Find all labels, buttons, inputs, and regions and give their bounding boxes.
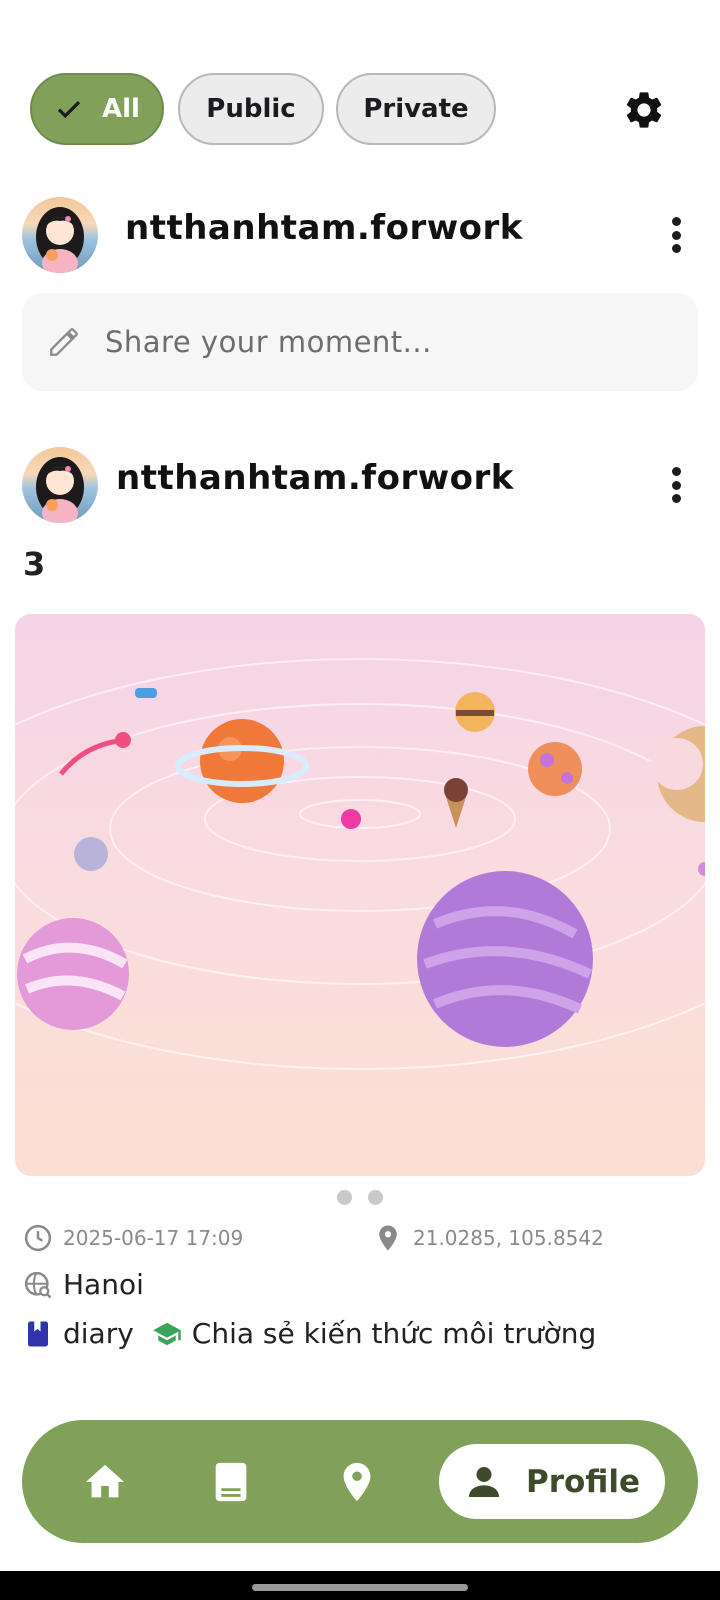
pencil-icon — [50, 328, 78, 356]
post-location: Hanoi — [63, 1268, 144, 1301]
avatar-illustration — [36, 207, 84, 273]
composer-username: ntthanhtam.forwork — [125, 208, 523, 248]
post-datetime-row: 2025-06-17 17:09 — [23, 1223, 243, 1253]
post-text: 3 — [23, 545, 46, 583]
post-username: ntthanhtam.forwork — [116, 458, 514, 498]
post-topic: Chia sẻ kiến thức môi trường — [191, 1317, 597, 1350]
image-page-indicator — [337, 1190, 383, 1205]
filter-all-chip[interactable]: All — [30, 73, 164, 145]
location-pin-icon[interactable] — [334, 1459, 380, 1505]
bookmark-book-icon — [28, 1321, 48, 1346]
nav-profile-label: Profile — [526, 1463, 640, 1500]
book-icon[interactable] — [208, 1459, 254, 1505]
filter-private-chip[interactable]: Private — [336, 73, 496, 145]
post-coordinates: 21.0285, 105.8542 — [413, 1226, 604, 1250]
globe-search-icon — [24, 1271, 52, 1298]
filter-public-chip[interactable]: Public — [178, 73, 324, 145]
page-dot-1 — [337, 1190, 352, 1205]
share-moment-input[interactable]: Share your moment... — [22, 293, 698, 391]
home-gesture-handle[interactable] — [252, 1584, 468, 1591]
gear-icon[interactable] — [622, 88, 666, 132]
location-pin-icon — [379, 1225, 397, 1251]
post-datetime: 2025-06-17 17:09 — [63, 1226, 244, 1250]
post-more-options-icon[interactable] — [669, 467, 683, 503]
graduation-cap-icon — [153, 1322, 181, 1345]
post-category: diary — [63, 1317, 134, 1350]
clock-icon — [24, 1224, 52, 1252]
avatar-illustration — [36, 457, 84, 523]
page-dot-2 — [368, 1190, 383, 1205]
avatar[interactable] — [22, 197, 98, 273]
post-tags-row: diary Chia sẻ kiến thức môi trường — [23, 1317, 596, 1350]
filter-public-label: Public — [206, 94, 296, 124]
share-moment-placeholder: Share your moment... — [105, 325, 432, 359]
nav-profile-tab[interactable]: Profile — [439, 1444, 665, 1519]
home-icon[interactable] — [82, 1459, 128, 1505]
post-coordinates-row: 21.0285, 105.8542 — [373, 1223, 604, 1253]
composer-more-options-icon[interactable] — [669, 217, 683, 253]
bottom-navigation: Profile — [22, 1420, 698, 1543]
filter-all-label: All — [102, 94, 140, 124]
check-icon — [57, 100, 81, 119]
post-image[interactable] — [15, 614, 705, 1176]
planets-illustration — [15, 658, 705, 1070]
person-icon — [469, 1466, 500, 1497]
filter-private-label: Private — [363, 94, 469, 124]
post-avatar[interactable] — [22, 447, 98, 523]
post-location-row: Hanoi — [23, 1268, 144, 1301]
